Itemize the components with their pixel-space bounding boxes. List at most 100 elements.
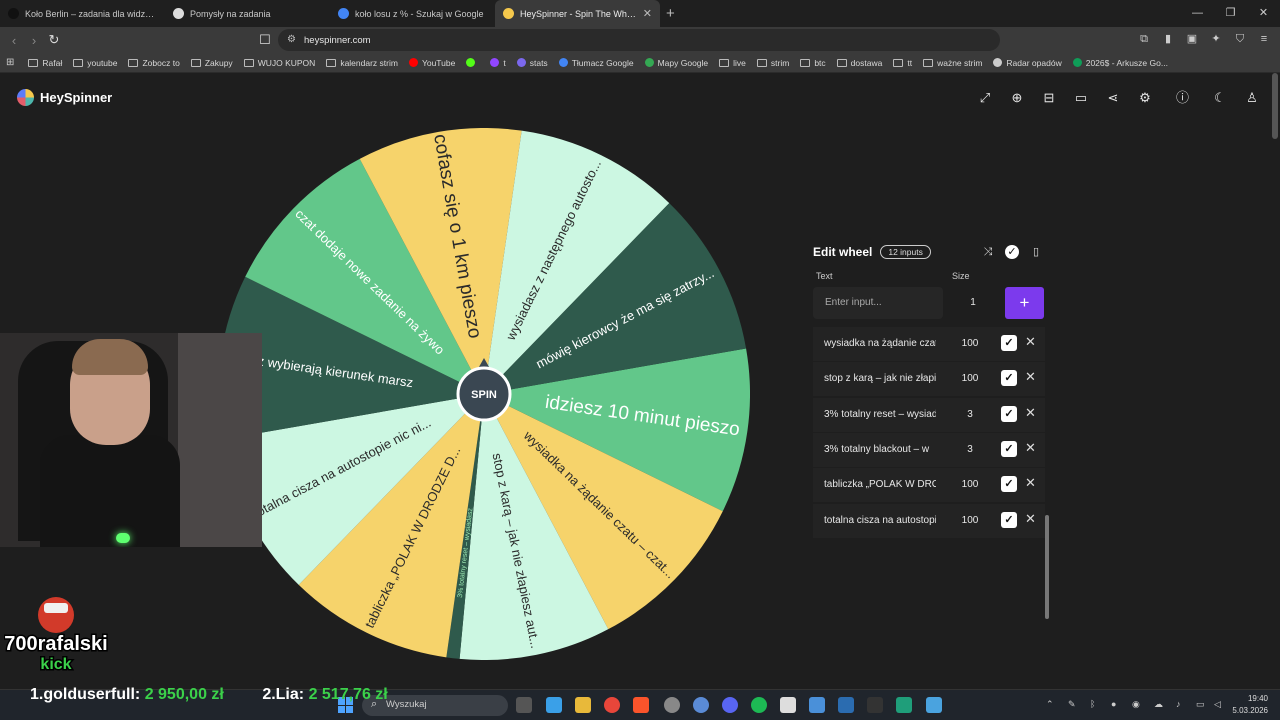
bookmark-item[interactable]: Zobocz to bbox=[128, 58, 180, 68]
new-size-field[interactable]: 1 bbox=[953, 287, 993, 319]
check-all-icon[interactable]: ✓ bbox=[1005, 245, 1019, 259]
new-wheel-icon[interactable]: ⊕ bbox=[1001, 89, 1033, 107]
discord-icon[interactable] bbox=[722, 697, 738, 713]
bookmark-item[interactable]: live bbox=[719, 58, 746, 68]
tab-close-icon[interactable]: ✕ bbox=[643, 7, 652, 20]
enable-checkbox[interactable]: ✓ bbox=[1001, 370, 1017, 387]
bookmark-item[interactable]: dostawa bbox=[836, 58, 882, 68]
reload-icon[interactable]: ↻ bbox=[44, 32, 64, 48]
spotify-icon[interactable] bbox=[751, 697, 767, 713]
input-size[interactable]: 100 bbox=[958, 338, 982, 349]
enable-checkbox[interactable]: ✓ bbox=[1001, 476, 1017, 493]
enable-checkbox[interactable]: ✓ bbox=[1001, 440, 1017, 457]
page-scrollbar[interactable] bbox=[1272, 73, 1278, 139]
bookmark-item[interactable]: WUJO KUPON bbox=[243, 58, 315, 68]
new-tab-button[interactable]: + bbox=[666, 5, 675, 22]
address-bar[interactable]: ⚙ heyspinner.com bbox=[278, 29, 1000, 51]
spinner-wheel[interactable]: idziesz 10 minut pieszo wysiadka na żądan… bbox=[218, 128, 750, 660]
browser-tab[interactable]: HeySpinner - Spin The Wheel ✕ bbox=[495, 0, 660, 27]
mic-icon[interactable]: ♪ bbox=[1176, 699, 1186, 709]
bookmark-item[interactable]: Tłumacz Google bbox=[558, 58, 634, 68]
bookmark-item[interactable]: youtube bbox=[73, 58, 117, 68]
back-icon[interactable]: ‹ bbox=[4, 33, 24, 48]
bookmark-item[interactable]: Mapy Google bbox=[644, 58, 708, 68]
system-clock[interactable]: 19:40 5.03.2026 bbox=[1232, 693, 1268, 717]
remove-icon[interactable]: ✕ bbox=[1025, 405, 1036, 421]
vpn-icon[interactable]: ⛉ bbox=[1232, 31, 1248, 47]
forward-icon[interactable]: › bbox=[24, 33, 44, 48]
bookmark-item[interactable]: Rafał bbox=[28, 58, 62, 68]
cloud-icon[interactable]: ☁ bbox=[1154, 699, 1164, 709]
sidebar-icon[interactable]: ▮ bbox=[1160, 31, 1176, 47]
bookmark-item[interactable]: stats bbox=[516, 58, 548, 68]
input-text[interactable]: totalna cisza na autostopie bbox=[824, 515, 936, 526]
remove-icon[interactable]: ✕ bbox=[1025, 369, 1036, 385]
input-size[interactable]: 100 bbox=[958, 479, 982, 490]
bookmark-item[interactable]: 2026$ - Arkusze Go... bbox=[1072, 58, 1168, 68]
input-size[interactable]: 3 bbox=[958, 409, 982, 420]
fullscreen-icon[interactable]: ⤢ bbox=[969, 89, 1001, 107]
dark-mode-icon[interactable]: ☾ bbox=[1204, 89, 1236, 107]
enable-checkbox[interactable]: ✓ bbox=[1001, 405, 1017, 422]
wheel-svg[interactable]: idziesz 10 minut pieszowysiadka na żądan… bbox=[218, 128, 750, 660]
input-text[interactable]: tabliczka „POLAK W DROGĘ bbox=[824, 479, 936, 490]
new-input-field[interactable]: Enter input... bbox=[813, 287, 943, 319]
panel-scrollbar[interactable] bbox=[1045, 515, 1049, 619]
chrome-icon[interactable] bbox=[604, 697, 620, 713]
input-text[interactable]: stop z karą – jak nie złapiesz bbox=[824, 373, 936, 384]
leo-icon[interactable]: ✦ bbox=[1208, 31, 1224, 47]
capcut-icon[interactable] bbox=[867, 697, 883, 713]
input-text[interactable]: 3% totalny reset – wysiadasz bbox=[824, 409, 936, 420]
bookmark-icon[interactable]: ☐ bbox=[255, 32, 275, 48]
enable-checkbox[interactable]: ✓ bbox=[1001, 335, 1017, 351]
share-icon[interactable]: ⋖ bbox=[1097, 89, 1129, 107]
close-window-icon[interactable]: ✕ bbox=[1247, 0, 1280, 27]
network-icon[interactable]: ▭ bbox=[1196, 699, 1206, 709]
minimize-icon[interactable]: — bbox=[1181, 0, 1214, 27]
shuffle-icon[interactable]: ⤨ bbox=[981, 245, 995, 259]
browser-tab[interactable]: koło losu z % - Szukaj w Google bbox=[330, 0, 495, 27]
calculator-icon[interactable] bbox=[809, 697, 825, 713]
bookmark-item[interactable]: t bbox=[490, 58, 506, 68]
extensions-icon[interactable]: ⧉ bbox=[1136, 31, 1152, 47]
maximize-icon[interactable]: ❐ bbox=[1214, 0, 1247, 27]
input-size[interactable]: 100 bbox=[958, 515, 982, 526]
enable-checkbox[interactable]: ✓ bbox=[1001, 511, 1017, 528]
bookmark-item[interactable] bbox=[466, 58, 479, 67]
bookmark-item[interactable]: Zakupy bbox=[190, 58, 233, 68]
app-icon[interactable] bbox=[693, 697, 709, 713]
save-icon[interactable]: ⊟ bbox=[1033, 89, 1065, 107]
remove-icon[interactable]: ✕ bbox=[1025, 475, 1036, 491]
bluetooth-icon[interactable]: ᛒ bbox=[1090, 699, 1100, 709]
bookmark-item[interactable]: tt bbox=[893, 58, 912, 68]
site-info-icon[interactable]: ⚙ bbox=[287, 34, 296, 45]
add-input-button[interactable]: + bbox=[1005, 287, 1044, 319]
help-icon[interactable]: ⓘ bbox=[1161, 89, 1204, 107]
store-icon[interactable] bbox=[926, 697, 942, 713]
brave-icon[interactable] bbox=[633, 697, 649, 713]
open-folder-icon[interactable]: ▭ bbox=[1065, 89, 1097, 107]
input-text[interactable]: 3% totalny blackout – w bbox=[824, 444, 936, 455]
bookmark-item[interactable]: strim bbox=[756, 58, 789, 68]
remove-icon[interactable]: ✕ bbox=[1025, 511, 1036, 527]
bookmark-item[interactable]: kalendarz strim bbox=[326, 58, 398, 68]
obs-icon[interactable] bbox=[664, 697, 680, 713]
remove-icon[interactable]: ✕ bbox=[1025, 440, 1036, 456]
clear-icon[interactable]: ▯ bbox=[1029, 245, 1043, 259]
widget-icon[interactable] bbox=[546, 697, 562, 713]
account-icon[interactable]: ♙ bbox=[1236, 89, 1268, 107]
pen-icon[interactable]: ✎ bbox=[1068, 699, 1078, 709]
input-size[interactable]: 3 bbox=[958, 444, 982, 455]
excel-icon[interactable] bbox=[838, 697, 854, 713]
input-text[interactable]: wysiadka na żądanie czatu bbox=[824, 338, 936, 349]
wallet-icon[interactable]: ▣ bbox=[1184, 31, 1200, 47]
bookmark-item[interactable]: ważne strim bbox=[923, 58, 982, 68]
notes-icon[interactable] bbox=[896, 697, 912, 713]
file-explorer-icon[interactable] bbox=[575, 697, 591, 713]
menu-icon[interactable]: ≡ bbox=[1256, 31, 1272, 47]
task-view-icon[interactable] bbox=[516, 697, 532, 713]
input-size[interactable]: 100 bbox=[958, 373, 982, 384]
bookmark-item[interactable]: Radar opadów bbox=[993, 58, 1062, 68]
browser-tab[interactable]: Pomysły na zadania bbox=[165, 0, 330, 27]
tray-app-icon[interactable]: ● bbox=[1111, 699, 1121, 709]
